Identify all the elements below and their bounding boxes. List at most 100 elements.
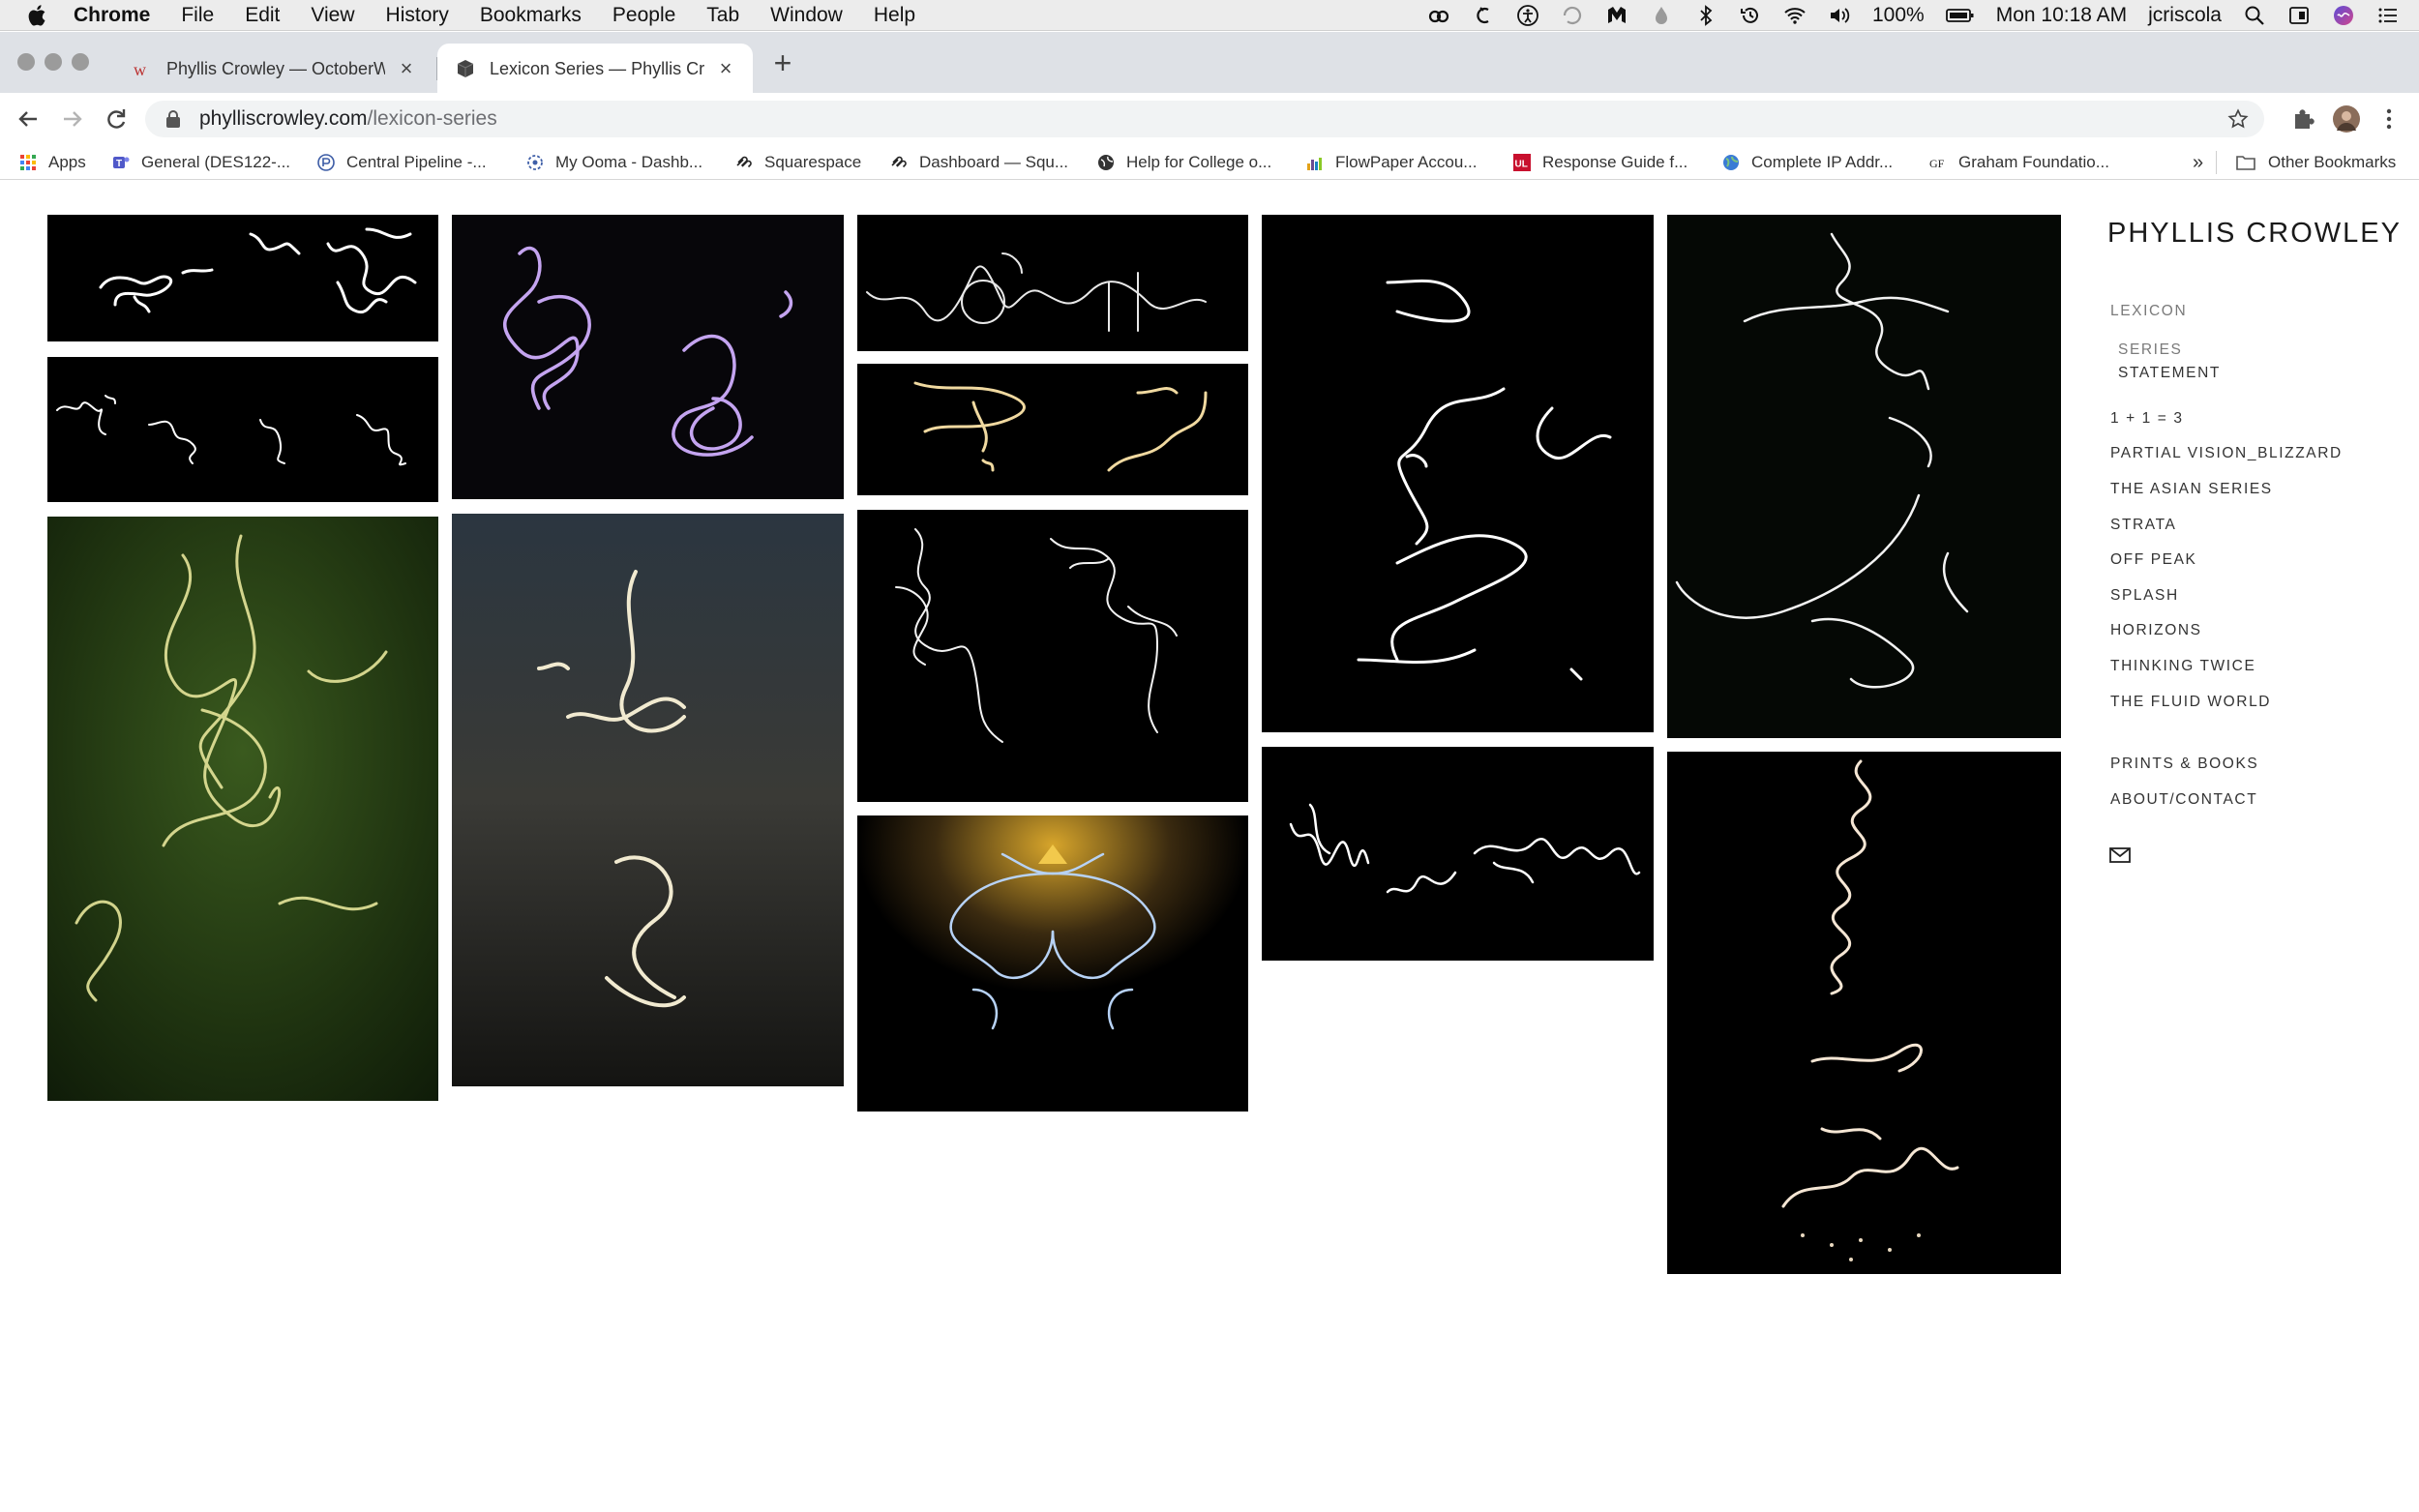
gallery-image[interactable] — [1262, 747, 1654, 961]
nav-strata[interactable]: STRATA — [2110, 517, 2176, 534]
bookmark-response-guide[interactable]: UL Response Guide f... — [1513, 151, 1687, 174]
cache-icon[interactable] — [1472, 4, 1495, 27]
bookmark-label: General (DES122-... — [141, 153, 291, 171]
nav-the-fluid-world[interactable]: THE FLUID WORLD — [2110, 694, 2271, 711]
nav-the-asian-series[interactable]: THE ASIAN SERIES — [2110, 481, 2273, 498]
globe-icon — [1723, 155, 1739, 170]
tab-close-icon[interactable]: × — [395, 57, 418, 80]
gallery-image[interactable] — [47, 517, 438, 1101]
mail-icon[interactable] — [2109, 846, 2131, 864]
battery-icon[interactable] — [1945, 4, 1975, 27]
site-title[interactable]: PHYLLIS CROWLEY — [2107, 218, 2402, 250]
flowpaper-icon — [1307, 158, 1322, 170]
reload-icon[interactable] — [102, 104, 131, 133]
address-bar[interactable]: phylliscrowley.com/lexicon-series — [145, 101, 2264, 137]
menu-view[interactable]: View — [311, 4, 354, 27]
macos-menu-bar: Chrome File Edit View History Bookmarks … — [0, 0, 2419, 31]
menu-file[interactable]: File — [181, 4, 214, 27]
extensions-puzzle-icon[interactable] — [2289, 104, 2318, 133]
menu-edit[interactable]: Edit — [245, 4, 280, 27]
nav-off-peak[interactable]: OFF PEAK — [2110, 551, 2196, 569]
time-machine-icon[interactable] — [1739, 4, 1762, 27]
bookmark-label: FlowPaper Accou... — [1335, 153, 1478, 171]
search-icon[interactable] — [2243, 4, 2266, 27]
squarespace-icon — [891, 156, 907, 168]
bookmark-dashboard-squarespace[interactable]: Dashboard — Squ... — [890, 151, 1068, 174]
nav-series[interactable]: SERIES — [2118, 341, 2182, 359]
gallery-image[interactable] — [857, 815, 1248, 1112]
window-close-button[interactable] — [17, 53, 35, 71]
wifi-icon[interactable] — [1783, 4, 1807, 27]
teams-icon: T — [113, 157, 130, 169]
gallery-image[interactable] — [857, 510, 1248, 802]
forward-arrow-icon[interactable] — [58, 104, 87, 133]
menubar-user[interactable]: jcriscola — [2148, 4, 2222, 27]
gallery-image[interactable] — [857, 364, 1248, 495]
svg-text:UL: UL — [1515, 160, 1528, 170]
siri-icon[interactable] — [2332, 4, 2355, 27]
bluetooth-icon[interactable] — [1694, 4, 1717, 27]
bookmark-squarespace[interactable]: Squarespace — [735, 151, 861, 174]
window-zoom-button[interactable] — [72, 53, 89, 71]
bookmark-label: Dashboard — Squ... — [919, 153, 1069, 171]
chrome-menu-icon[interactable] — [2374, 104, 2404, 133]
tab-close-icon[interactable]: × — [714, 57, 737, 80]
gallery-image[interactable] — [857, 215, 1248, 351]
bookmark-complete-ip[interactable]: Complete IP Addr... — [1722, 151, 1893, 174]
menu-chrome[interactable]: Chrome — [74, 4, 150, 27]
bookmark-my-ooma[interactable]: My Ooma - Dashb... — [526, 151, 702, 174]
bookmark-graham-foundation[interactable]: GF Graham Foundatio... — [1929, 151, 2109, 174]
bookmark-label: Central Pipeline -... — [346, 153, 487, 171]
gallery-image[interactable] — [47, 357, 438, 502]
menu-history[interactable]: History — [386, 4, 449, 27]
drop-icon[interactable] — [1650, 4, 1673, 27]
bookmark-other-bookmarks[interactable]: Other Bookmarks — [2235, 151, 2396, 174]
back-arrow-icon[interactable] — [14, 104, 43, 133]
gallery-image[interactable] — [1667, 752, 2061, 1274]
bookmark-star-icon[interactable] — [2227, 108, 2249, 130]
gallery-image[interactable] — [47, 215, 438, 341]
tab-octoberworks[interactable]: w Phyllis Crowley — OctoberWor × — [114, 44, 433, 94]
profile-avatar[interactable] — [2332, 104, 2361, 133]
gallery-image[interactable] — [452, 215, 844, 499]
bookmarks-bar: Apps T General (DES122-... Central Pipel… — [0, 145, 2419, 180]
bookmark-general[interactable]: T General (DES122-... — [112, 151, 290, 174]
menu-people[interactable]: People — [612, 4, 675, 27]
malwarebytes-icon[interactable] — [1605, 4, 1628, 27]
nav-horizons[interactable]: HORIZONS — [2110, 622, 2202, 639]
volume-icon[interactable] — [1828, 4, 1851, 27]
menu-help[interactable]: Help — [874, 4, 915, 27]
menu-tab[interactable]: Tab — [706, 4, 739, 27]
nav-partial-vision-blizzard[interactable]: PARTIAL VISION_BLIZZARD — [2110, 445, 2343, 462]
nav-thinking-twice[interactable]: THINKING TWICE — [2110, 658, 2255, 675]
nav-statement[interactable]: STATEMENT — [2118, 365, 2221, 382]
new-tab-button[interactable]: + — [768, 47, 797, 78]
lock-icon[interactable] — [164, 109, 182, 129]
nav-1-plus-1-equals-3[interactable]: 1 + 1 = 3 — [2110, 410, 2184, 428]
menu-bookmarks[interactable]: Bookmarks — [480, 4, 582, 27]
gallery-image[interactable] — [1667, 215, 2061, 738]
nav-splash[interactable]: SPLASH — [2110, 587, 2179, 605]
creative-cloud-icon[interactable] — [1427, 4, 1450, 27]
window-minimize-button[interactable] — [45, 53, 62, 71]
nav-lexicon[interactable]: LEXICON — [2110, 303, 2187, 320]
bookmark-help-for-college[interactable]: Help for College o... — [1097, 151, 1271, 174]
bookmark-apps[interactable]: Apps — [19, 151, 86, 174]
apple-logo-icon[interactable] — [27, 4, 48, 27]
bookmark-label: Other Bookmarks — [2268, 153, 2397, 171]
menu-window[interactable]: Window — [770, 4, 843, 27]
sync-icon[interactable] — [1561, 4, 1584, 27]
accessibility-icon[interactable] — [1516, 4, 1539, 27]
nav-about-contact[interactable]: ABOUT/CONTACT — [2110, 791, 2257, 809]
display-icon[interactable] — [2287, 4, 2311, 27]
menubar-clock[interactable]: Mon 10:18 AM — [1996, 4, 2127, 27]
tab-lexicon-series[interactable]: Lexicon Series — Phyllis Crowl × — [437, 44, 753, 94]
bookmarks-overflow-button[interactable]: » — [2193, 151, 2203, 174]
svg-text:w: w — [134, 60, 146, 79]
bookmark-central-pipeline[interactable]: Central Pipeline -... — [317, 151, 487, 174]
gallery-image[interactable] — [452, 514, 844, 1086]
nav-prints-and-books[interactable]: PRINTS & BOOKS — [2110, 756, 2258, 773]
bookmark-flowpaper[interactable]: FlowPaper Accou... — [1306, 151, 1477, 174]
gallery-image[interactable] — [1262, 215, 1654, 732]
notification-center-icon[interactable] — [2376, 4, 2400, 27]
